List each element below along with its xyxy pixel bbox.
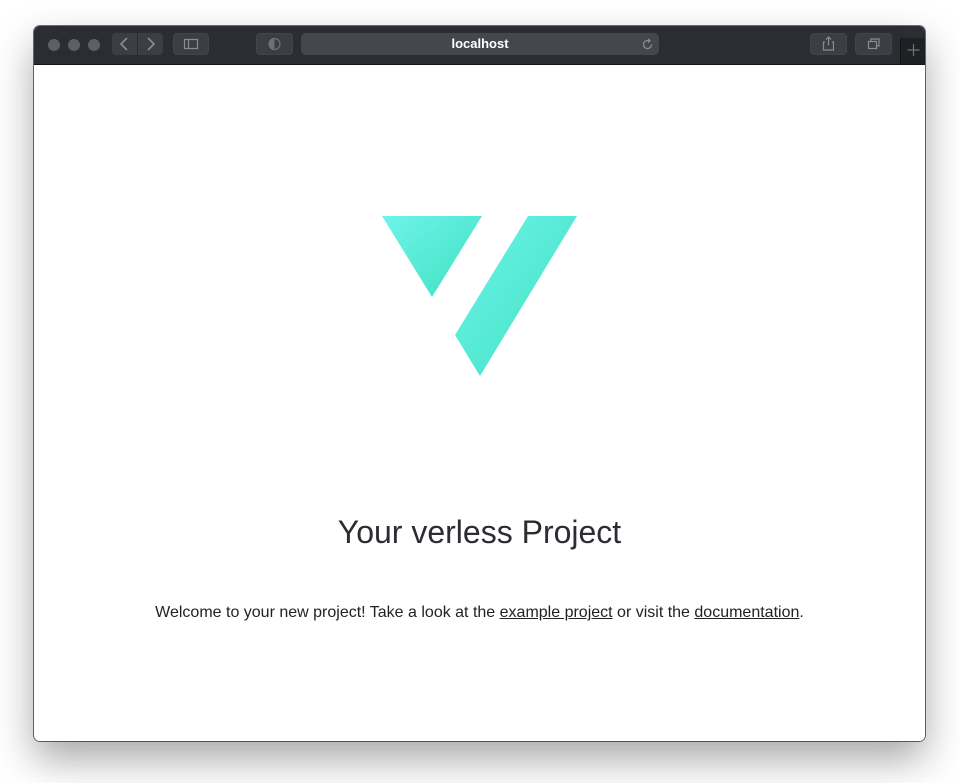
chevron-right-icon [147,37,156,51]
share-button[interactable] [810,33,847,55]
privacy-button[interactable] [256,33,293,55]
page-title: Your verless Project [337,514,622,550]
minimize-window-button[interactable] [68,39,80,51]
page-content: Your verless Project Welcome to your new… [34,65,925,741]
tabs-overview-button[interactable] [855,33,892,55]
back-button[interactable] [112,33,137,55]
verless-logo [382,216,577,376]
chevron-left-icon [119,37,128,51]
reload-icon[interactable] [641,38,654,51]
half-circle-icon [268,37,281,51]
plus-icon [907,44,920,56]
example-project-link[interactable]: example project [500,604,613,621]
address-bar[interactable]: localhost [301,33,659,55]
logo-right-stroke [455,216,577,376]
logo-left-triangle [382,216,482,297]
browser-toolbar: localhost [34,26,925,65]
new-tab-button[interactable] [900,38,925,64]
zoom-window-button[interactable] [88,39,100,51]
sidebar-button[interactable] [173,33,209,55]
documentation-link[interactable]: documentation [694,604,799,621]
close-window-button[interactable] [48,39,60,51]
address-text: localhost [451,36,509,51]
welcome-suffix: . [799,604,804,621]
browser-window: localhost Your verless Project Welcome t… [34,26,925,741]
welcome-middle: or visit the [612,604,695,621]
welcome-prefix: Welcome to your new project! Take a look… [155,604,500,621]
welcome-message: Welcome to your new project! Take a look… [34,603,925,623]
sidebar-icon [183,38,199,50]
tabs-overview-icon [867,38,880,50]
forward-button[interactable] [138,33,163,55]
navigation-buttons [112,33,163,55]
share-icon [822,36,835,51]
